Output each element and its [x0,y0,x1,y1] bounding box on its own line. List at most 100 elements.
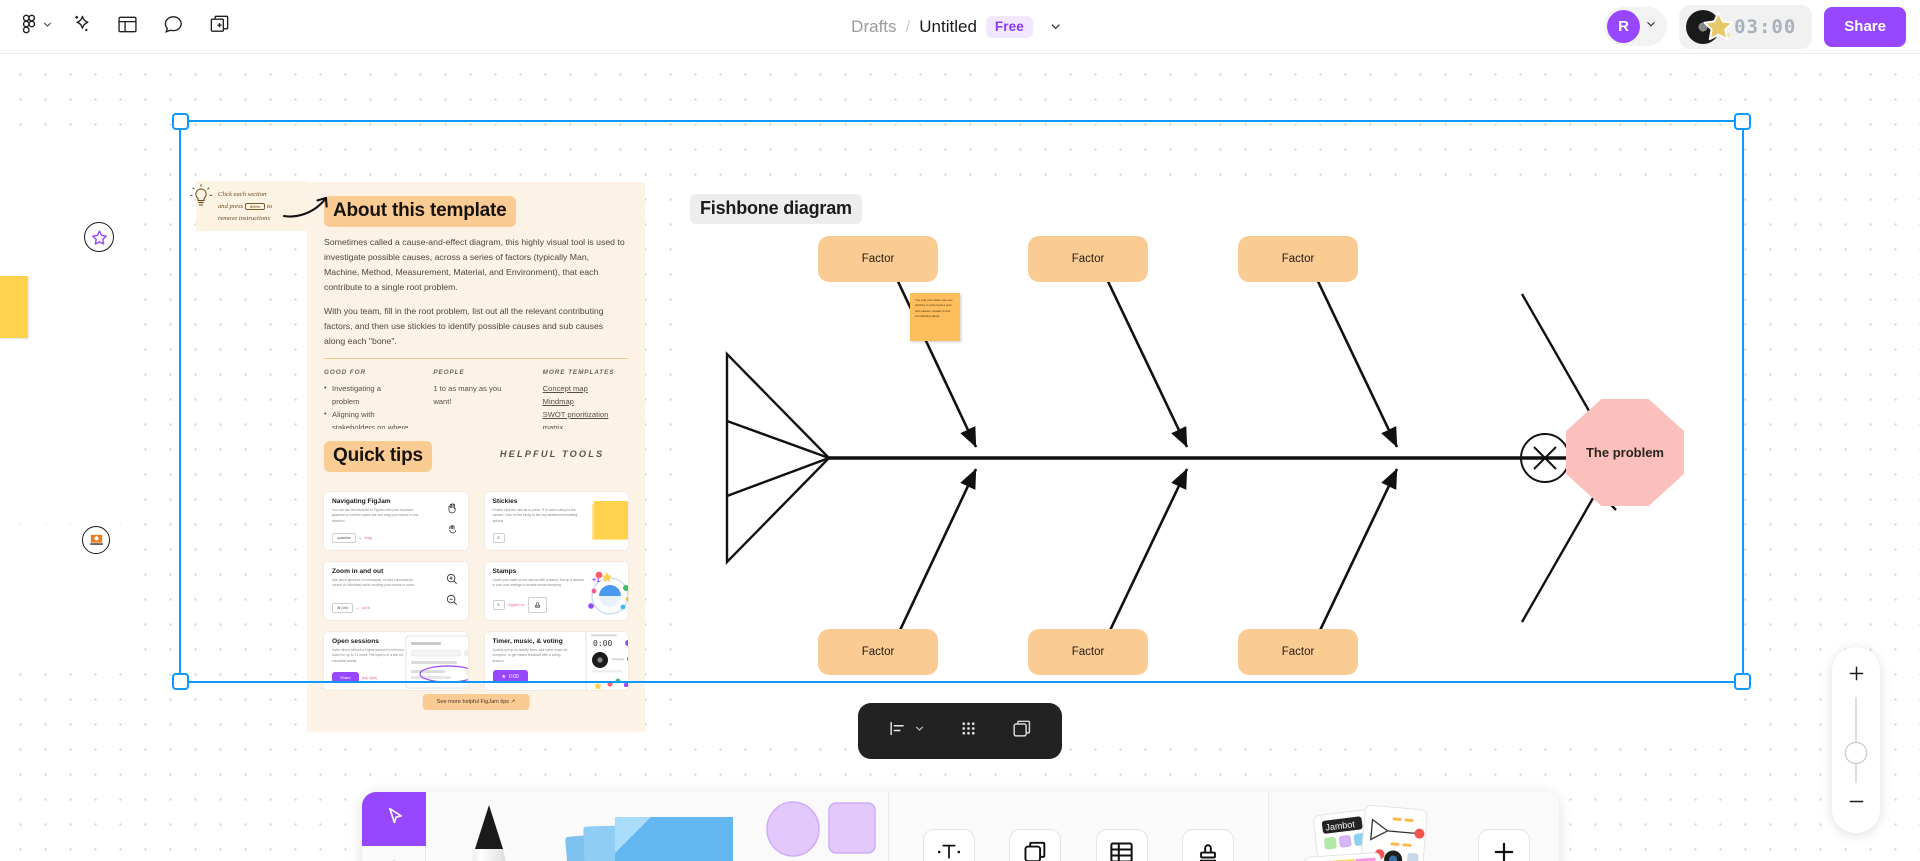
column-heading: PEOPLE [433,369,518,376]
page-title[interactable]: Untitled [919,17,977,37]
tip-card-timer-music-voting[interactable]: Timer, music, & voting Quickly set up an… [485,632,629,690]
tip-card-open-sessions[interactable]: Open sessions Invite others without a Fi… [324,632,468,690]
tip-note: (top right) [362,676,377,680]
template-link-mindmap[interactable]: Mindmap [543,395,628,408]
offscreen-board-2[interactable] [0,524,130,654]
share-button-illustration[interactable]: Share [332,672,359,683]
instruction-note[interactable]: Click each section and press delete to r… [196,181,308,231]
timer-value: 03:00 [1734,16,1796,38]
people-count: 1 to as many as you want! [433,382,518,408]
chevron-down-icon [41,18,54,36]
plus-sign: + [359,536,362,541]
about-paragraph-1: Sometimes called a cause-and-effect diag… [324,235,626,295]
star-icon [84,222,114,252]
distribute-button[interactable] [954,714,983,748]
canvas[interactable]: r segments rting, divide About this temp… [0,54,1920,861]
shapes-connector-tool[interactable] [759,792,877,861]
tip-body: You can use the trackpad or FigJam with … [332,508,424,524]
add-more-button[interactable] [1478,829,1530,861]
tip-card-navigating-figjam[interactable]: Navigating FigJam You can use the trackp… [324,492,468,550]
keyboard-key: E [493,600,505,610]
stamp-tool[interactable] [1182,829,1234,861]
sticky-note-tool[interactable] [555,792,745,861]
text-tool[interactable] [923,829,975,861]
section-tool[interactable] [1009,829,1061,861]
factor-node-top-1[interactable]: Factor [818,236,938,282]
tip-title: Zoom in and out [332,568,460,575]
list-item: Investigating a problem [324,382,409,408]
main-menu-button[interactable] [12,7,56,47]
tip-shortcut: ⌘ (ctrl) + scroll [332,603,370,613]
table-tool[interactable] [1096,829,1148,861]
toolbar-mode-group [362,792,426,861]
resize-handle-bottom-left[interactable] [172,673,189,690]
tip-body: Use pinch gestures on a trackpad, or hol… [332,578,424,589]
breadcrumb-parent[interactable]: Drafts [851,17,896,37]
comment-bubble-icon-button[interactable] [152,7,194,47]
zoom-out-button[interactable] [1841,789,1871,819]
toolbar-object-group [889,792,1269,861]
timer-music-button[interactable]: ♫ 03:00 [1679,5,1812,49]
about-this-template-card[interactable]: About this template Sometimes called a c… [307,182,645,417]
marker-pen-tool[interactable] [437,792,541,861]
tip-shortcut: S [493,533,505,543]
selection-context-toolbar[interactable] [858,703,1062,759]
stamps-illustration: +1 [582,566,628,618]
factor-node-top-2[interactable]: Factor [1028,236,1148,282]
align-button[interactable] [883,714,931,748]
file-menu-chevron-down-icon[interactable] [1042,15,1069,38]
plus-icon [1490,838,1518,861]
tip-shortcut: ★ 0:00 [493,670,528,683]
star-icon [1702,10,1735,43]
plan-badge[interactable]: Free [986,16,1033,38]
quick-tips-card[interactable]: Quick tips HELPFUL TOOLS Navigating FigJ… [307,429,645,732]
fishbone-sticky-text: You and your team can use stickies to ad… [910,293,960,325]
tip-action: scroll [362,606,370,610]
ai-sparkle-icon-button[interactable] [60,7,102,47]
chevron-down-icon [913,722,926,740]
cursor-select-tool[interactable] [362,792,426,846]
minus-icon [1846,791,1867,817]
text-icon [935,838,963,861]
breadcrumb-separator: / [906,17,911,37]
toolbar-creator-group [426,792,889,861]
zoom-slider-thumb[interactable] [1846,743,1866,763]
tip-card-zoom[interactable]: Zoom in and out Use pinch gestures on a … [324,562,468,620]
create-section-button[interactable] [1006,713,1038,750]
table-icon [1108,839,1135,861]
factor-node-top-3[interactable]: Factor [1238,236,1358,282]
breadcrumb: Drafts / Untitled Free [851,15,1069,38]
zoom-controls[interactable] [1832,647,1880,833]
align-left-icon [888,719,907,743]
zoom-out-icon [445,593,459,612]
offscreen-sticky-note[interactable]: rting, divide [0,276,28,338]
fishbone-sticky-note[interactable]: You and your team can use stickies to ad… [910,293,960,341]
template-link-concept-map[interactable]: Concept map [543,382,628,395]
resize-handle-top-right[interactable] [1734,113,1751,130]
toolbar-widget-group: Jambot [1269,792,1559,861]
cursor-icon [382,804,407,834]
bottom-toolbar[interactable]: Jambot [362,792,1559,861]
add-page-icon-button[interactable] [198,7,240,47]
tip-card-stickies[interactable]: Stickies Double-click the canvas or pres… [485,492,629,550]
share-button[interactable]: Share [1824,7,1906,47]
quick-tips-header: Quick tips HELPFUL TOOLS [324,441,628,480]
fishbone-title[interactable]: Fishbone diagram [690,194,862,224]
factor-node-bottom-1[interactable]: Factor [818,629,938,675]
factor-node-bottom-2[interactable]: Factor [1028,629,1148,675]
zoom-in-button[interactable] [1841,661,1871,691]
resize-handle-top-left[interactable] [172,113,189,130]
see-more-tips-button[interactable]: See more helpful FigJam tips ↗ [423,694,530,710]
hand-pan-tool[interactable] [362,846,426,861]
factor-node-bottom-3[interactable]: Factor [1238,629,1358,675]
tip-shortcut: spacebar + drag [332,533,372,543]
tip-card-stamps[interactable]: Stamps Leave your mark on the canvas wit… [485,562,629,620]
top-bar-left-actions [0,7,240,47]
zoom-slider[interactable] [1855,697,1857,783]
user-avatar-menu[interactable]: R [1604,7,1667,46]
figma-logo-icon [18,13,40,40]
instruction-line-3: remove instructions [218,215,270,222]
layout-template-icon-button[interactable] [106,7,148,47]
widgets-and-plugins-button[interactable]: Jambot [1298,797,1448,861]
instruction-note-text: Click each section and press delete to r… [218,189,272,226]
